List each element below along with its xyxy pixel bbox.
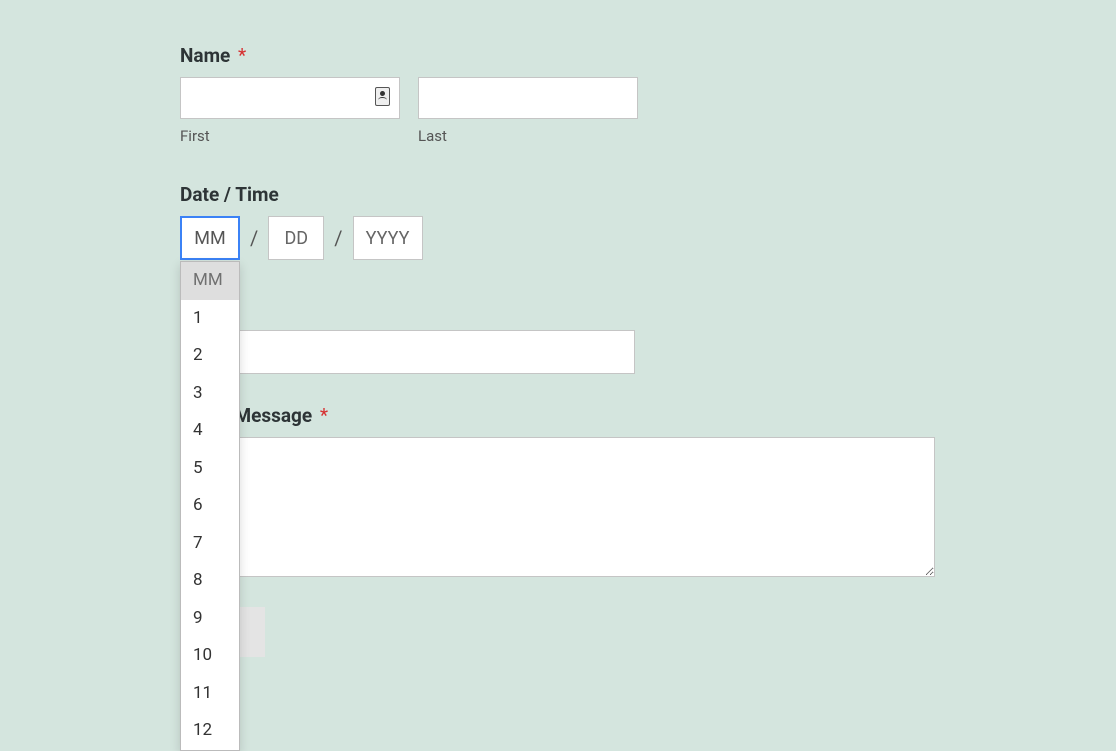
month-option-7[interactable]: 7 [181, 525, 239, 563]
first-name-input[interactable] [180, 77, 400, 119]
month-option-8[interactable]: 8 [181, 562, 239, 600]
date-separator-2: / [334, 226, 342, 250]
required-marker: * [320, 404, 328, 427]
email-section: Email [180, 296, 940, 374]
date-row: MM / DD / YYYY [180, 216, 940, 260]
name-label-text: Name [180, 44, 230, 67]
form-container: Name * First Last Date / Time MM / DD / … [180, 44, 940, 657]
month-option-1[interactable]: 1 [181, 300, 239, 338]
date-time-label: Date / Time [180, 183, 940, 206]
month-option-10[interactable]: 10 [181, 637, 239, 675]
date-separator-1: / [250, 226, 258, 250]
comment-section: ent or Message * [180, 404, 940, 581]
year-select[interactable]: YYYY [353, 216, 423, 260]
month-option-placeholder[interactable]: MM [181, 262, 239, 300]
month-option-2[interactable]: 2 [181, 337, 239, 375]
comment-textarea[interactable] [180, 437, 935, 577]
name-row: First Last [180, 77, 940, 145]
day-select[interactable]: DD [268, 216, 324, 260]
contact-card-icon[interactable] [375, 87, 390, 106]
last-name-col: Last [418, 77, 638, 145]
month-option-4[interactable]: 4 [181, 412, 239, 450]
name-label: Name * [180, 44, 940, 67]
last-name-input[interactable] [418, 77, 638, 119]
first-name-col: First [180, 77, 400, 145]
month-option-5[interactable]: 5 [181, 450, 239, 488]
month-option-6[interactable]: 6 [181, 487, 239, 525]
email-input[interactable] [180, 330, 635, 374]
month-option-3[interactable]: 3 [181, 375, 239, 413]
month-option-12[interactable]: 12 [181, 712, 239, 750]
month-dropdown[interactable]: MM 1 2 3 4 5 6 7 8 9 10 11 12 [180, 261, 240, 751]
last-sublabel: Last [418, 127, 638, 145]
required-marker: * [238, 44, 246, 67]
month-option-9[interactable]: 9 [181, 600, 239, 638]
month-option-11[interactable]: 11 [181, 675, 239, 713]
comment-label: ent or Message * [180, 404, 940, 427]
month-select[interactable]: MM [180, 216, 240, 260]
first-sublabel: First [180, 127, 400, 145]
